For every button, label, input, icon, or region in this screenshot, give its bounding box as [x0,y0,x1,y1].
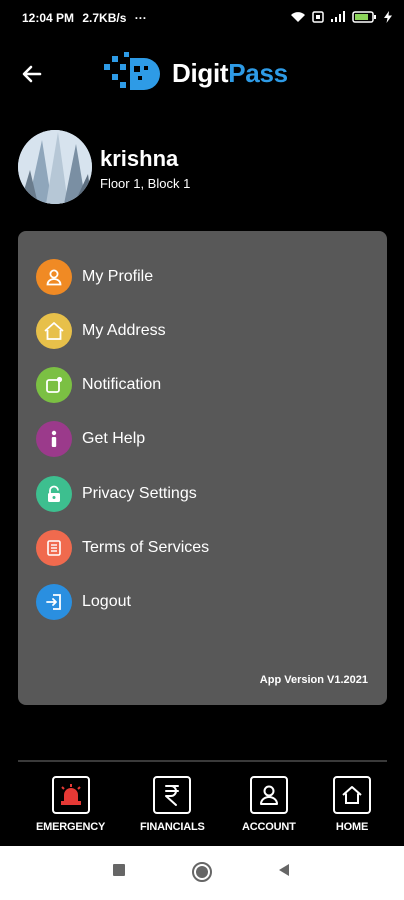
menu-item-terms-of-services[interactable]: Terms of Services [36,528,366,568]
digitpass-logo-icon [104,52,160,90]
nav-financials[interactable]: FINANCIALS [140,776,205,833]
charging-icon [384,11,392,23]
app-header: DigitPass [0,40,404,110]
menu-item-label: My Profile [82,268,154,285]
menu-item-label: My Address [82,322,166,339]
user-icon [249,776,288,814]
notification-icon [36,367,72,403]
menu-item-label: Get Help [82,430,146,447]
bottom-navigation: EMERGENCY FINANCIALS ACCOUNT HOME [0,770,404,846]
alarm-icon [51,776,90,814]
back-nav-button[interactable] [276,862,292,883]
circle-icon [192,862,212,882]
app-name-part-pass: Pass [228,57,288,88]
menu-item-notification[interactable]: Notification [36,365,366,405]
battery-icon [352,11,376,23]
nav-label: EMERGENCY [36,821,106,833]
menu-item-label: Logout [82,593,131,610]
status-bar: 12:04 PM 2.7KB/s ··· [0,0,404,40]
nav-emergency[interactable]: EMERGENCY [36,776,105,833]
divider [18,760,387,762]
nav-home[interactable]: HOME [333,776,371,833]
menu-item-label: Privacy Settings [82,485,197,502]
sim-icon [312,11,324,23]
system-navigation-bar [0,846,404,900]
nav-account[interactable]: ACCOUNT [242,776,296,833]
menu-item-privacy-settings[interactable]: Privacy Settings [36,474,366,514]
home-icon [333,776,371,814]
user-location: Floor 1, Block 1 [100,176,191,191]
user-name: krishna [100,146,179,171]
nav-label: FINANCIALS [140,821,205,833]
app-name: DigitPass [172,58,288,89]
menu-item-label: Notification [82,376,162,393]
nav-label: HOME [335,821,369,833]
status-time: 12:04 PM [22,11,75,25]
user-profile: krishna Floor 1, Block 1 [18,130,388,206]
status-network-speed: 2.7KB/s [82,11,127,25]
signal-icon [331,11,345,22]
square-icon [113,864,125,876]
home-icon [36,313,72,349]
nav-label: ACCOUNT [242,821,296,833]
menu-item-label: Terms of Services [82,539,210,556]
avatar[interactable] [18,130,92,204]
info-icon [36,421,72,457]
home-button[interactable] [191,861,213,888]
document-icon [36,530,72,566]
app-version: App Version V1.2021 [259,674,368,686]
rupee-icon [153,776,192,814]
menu-item-my-profile[interactable]: My Profile [36,257,366,297]
app-logo: DigitPass [104,52,288,94]
menu-item-get-help[interactable]: Get Help [36,419,366,459]
account-menu: My Profile My Address Notification Get H… [18,231,387,705]
lock-icon [36,476,72,512]
recent-apps-button[interactable] [111,862,127,883]
status-more-icon: ··· [134,11,147,25]
back-button[interactable] [20,62,44,86]
logout-icon [36,584,72,620]
menu-item-logout[interactable]: Logout [36,582,366,622]
triangle-back-icon [279,864,289,876]
app-name-part-digit: Digit [172,57,229,88]
wifi-icon [291,12,305,22]
user-icon [36,259,72,295]
avatar-image [18,130,92,204]
arrow-left-icon [22,65,42,83]
menu-item-my-address[interactable]: My Address [36,311,366,351]
